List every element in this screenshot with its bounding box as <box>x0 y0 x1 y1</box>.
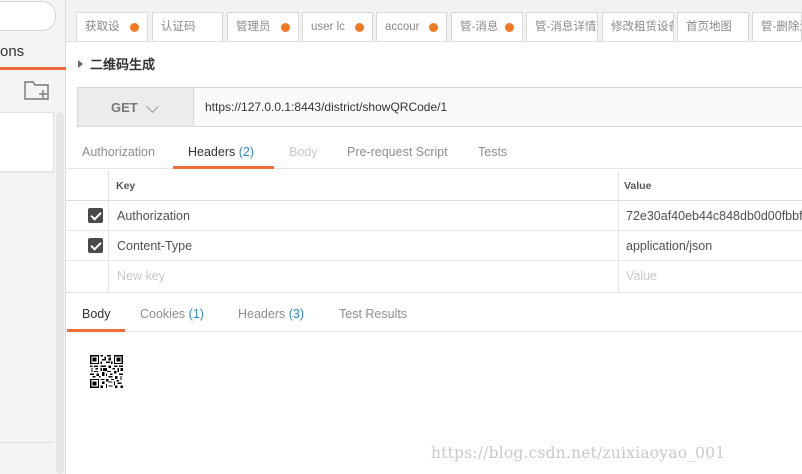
active-response-tab-underline <box>67 329 125 332</box>
response-tabs: Body Cookies (1) Headers (3) Test Result… <box>66 293 802 332</box>
tab-label: Authorization <box>82 145 155 159</box>
request-tab[interactable]: 获取设 <box>76 12 148 41</box>
request-tab-label: 管-消息详情 <box>535 21 597 33</box>
header-key-cell[interactable]: Content-Type <box>117 239 192 253</box>
watermark-text: https://blog.csdn.net/zuixiaoyao_001 <box>431 444 726 462</box>
tab-label: Body <box>289 145 318 159</box>
tab-headers[interactable]: Headers (2) <box>188 145 254 159</box>
request-tab[interactable]: 管-消息 <box>451 12 523 41</box>
request-tab[interactable]: 修改租赁设备 <box>602 12 674 41</box>
tab-label: Body <box>82 307 111 321</box>
column-divider <box>108 170 109 292</box>
new-folder-icon[interactable] <box>24 79 50 101</box>
request-tab-label: 认证码 <box>161 21 196 33</box>
tab-label: Test Results <box>339 307 408 321</box>
column-divider <box>618 170 619 292</box>
table-row: Authorization 72e30af40eb44c848db0d00fbb… <box>66 201 802 231</box>
request-tab[interactable]: 管理员 <box>227 12 299 41</box>
tab-label: Tests <box>478 145 508 159</box>
request-tab[interactable]: 首页地图 <box>677 12 749 41</box>
request-tab[interactable]: 管-消息详情 <box>526 12 598 41</box>
sidebar-divider <box>0 442 54 443</box>
url-input[interactable]: https://127.0.0.1:8443/district/showQRCo… <box>205 100 447 114</box>
method-label: GET <box>111 100 138 115</box>
request-tab-label: 管-删除消 <box>761 21 801 33</box>
table-header-row: Key Value <box>66 170 802 201</box>
request-tab-label: 管理员 <box>236 21 271 33</box>
tab-label: Headers <box>238 307 286 321</box>
request-name[interactable]: 二维码生成 <box>78 54 155 73</box>
response-tab-body[interactable]: Body <box>82 307 111 321</box>
table-row-new: New key Value <box>66 261 802 291</box>
chevron-down-icon <box>146 100 159 113</box>
header-key-cell[interactable]: Authorization <box>117 209 190 223</box>
tab-label: Pre-request Script <box>347 145 448 159</box>
caret-right-icon <box>78 60 83 68</box>
request-tab-label: 首页地图 <box>686 21 732 33</box>
qr-code-image <box>90 355 123 388</box>
value-column-header: Value <box>624 180 652 192</box>
response-tab-cookies[interactable]: Cookies (1) <box>140 307 204 321</box>
request-tab-label: 获取设 <box>85 21 120 33</box>
tab-pre-request-script[interactable]: Pre-request Script <box>347 145 448 159</box>
sidebar: ons <box>0 0 66 474</box>
tab-label: Cookies <box>140 307 186 321</box>
unsaved-dot-icon <box>281 23 290 32</box>
tab-count: (2) <box>238 145 255 159</box>
unsaved-dot-icon <box>355 23 364 32</box>
response-tab-headers[interactable]: Headers (3) <box>238 307 304 321</box>
tab-label: Headers <box>188 145 236 159</box>
sidebar-search-input[interactable] <box>0 1 56 31</box>
header-value-cell[interactable]: application/json <box>626 239 712 253</box>
request-tab[interactable]: accour <box>376 12 447 41</box>
header-enabled-checkbox[interactable] <box>88 238 103 253</box>
tab-body[interactable]: Body <box>289 145 318 159</box>
key-column-header: Key <box>116 180 136 192</box>
method-select[interactable]: GET <box>78 88 194 126</box>
headers-table: Key Value Authorization 72e30af40eb44c84… <box>66 170 802 292</box>
unsaved-dot-icon <box>130 23 139 32</box>
unsaved-dot-icon <box>429 23 438 32</box>
table-row: Content-Type application/json <box>66 231 802 261</box>
response-tab-test-results[interactable]: Test Results <box>339 307 407 321</box>
request-tab-label: accour <box>385 21 420 33</box>
tab-tests[interactable]: Tests <box>478 145 507 159</box>
tab-count: (3) <box>288 307 305 321</box>
request-subtabs: Authorization Headers (2) Body Pre-reque… <box>66 137 802 169</box>
sidebar-tab-collections[interactable]: ons <box>0 40 66 70</box>
header-enabled-checkbox[interactable] <box>88 208 103 223</box>
sidebar-scrollbar[interactable] <box>56 112 64 474</box>
request-name-label: 二维码生成 <box>90 57 156 72</box>
request-tab-label: 修改租赁设备 <box>611 21 674 33</box>
request-tab-label: 管-消息 <box>460 21 499 33</box>
active-tab-underline <box>173 166 274 169</box>
new-key-input[interactable]: New key <box>117 269 165 283</box>
request-tab[interactable]: user lc <box>302 12 373 41</box>
new-value-input[interactable]: Value <box>626 269 657 283</box>
request-tab[interactable]: 管-删除消 <box>752 12 802 41</box>
tab-count: (1) <box>188 307 204 321</box>
url-bar: GET https://127.0.0.1:8443/district/show… <box>77 87 802 127</box>
sidebar-tab-underline <box>0 67 66 70</box>
request-tabs-bar: 获取设 认证码 管理员 user lc accour 管-消息 管-消息详情 修… <box>66 0 802 42</box>
tab-authorization[interactable]: Authorization <box>82 145 155 159</box>
header-value-cell[interactable]: 72e30af40eb44c848db0d00fbbf <box>626 209 802 223</box>
request-tab[interactable]: 认证码 <box>152 12 223 41</box>
request-tab-label: user lc <box>311 21 345 33</box>
sidebar-collection-panel[interactable] <box>0 112 54 172</box>
unsaved-dot-icon <box>505 23 514 32</box>
sidebar-tab-label: ons <box>0 43 25 60</box>
